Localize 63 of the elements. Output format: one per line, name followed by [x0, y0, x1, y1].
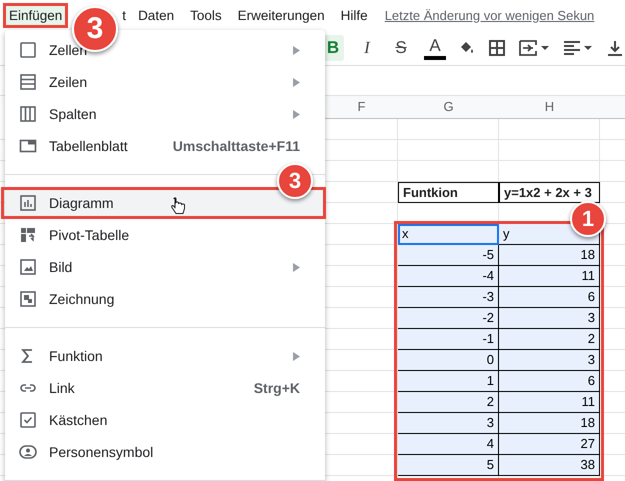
- table-cell: 18: [499, 413, 600, 434]
- table-cell: 1: [398, 371, 499, 392]
- bar-chart-icon: [19, 194, 37, 212]
- menu-item[interactable]: Spalten: [5, 98, 325, 130]
- person-badge-icon: [19, 443, 37, 461]
- menu-item[interactable]: Personensymbol: [5, 436, 325, 468]
- table-cell: 4: [398, 434, 499, 455]
- menu-bar-item[interactable]: Hilfe: [336, 4, 373, 26]
- table-cell: 5: [398, 455, 499, 476]
- square-icon: [19, 41, 37, 59]
- table-cell: 11: [499, 266, 600, 287]
- column-header[interactable]: G: [398, 96, 499, 119]
- table-cell: 6: [499, 371, 600, 392]
- column-header[interactable]: H: [499, 96, 600, 119]
- table-cell: -3: [398, 287, 499, 308]
- table-cell: -5: [398, 245, 499, 266]
- menu-item[interactable]: Link Strg+K: [5, 372, 325, 404]
- menu-bar-item[interactable]: t: [121, 4, 128, 26]
- table-cell: Funtkion: [398, 182, 499, 203]
- table-cell: 2: [398, 392, 499, 413]
- menu-item[interactable]: Funktion: [5, 340, 325, 372]
- menu-item[interactable]: Zeichnung: [5, 283, 325, 315]
- table-cell: x: [398, 224, 499, 245]
- table-cell: 6: [499, 287, 600, 308]
- menu-bar-item[interactable]: Daten: [133, 4, 180, 26]
- align-left-icon[interactable]: [562, 38, 594, 56]
- table-cell: -2: [398, 308, 499, 329]
- menu-bar-item[interactable]: Tools: [185, 4, 227, 26]
- rows-icon: [19, 73, 37, 91]
- image-icon: [19, 258, 37, 276]
- merge-cells-icon[interactable]: [518, 38, 550, 56]
- table-cell: 18: [499, 245, 600, 266]
- text-color-button[interactable]: A: [424, 36, 446, 60]
- table-cell: 3: [499, 308, 600, 329]
- table-cell: 3: [499, 350, 600, 371]
- menu-item[interactable]: Pivot-Tabelle: [5, 219, 325, 251]
- columns-icon: [19, 105, 37, 123]
- last-edit-link[interactable]: Letzte Änderung vor wenigen Sekun: [384, 8, 594, 22]
- menu-item[interactable]: Tabellenblatt Umschalttaste+F11: [5, 130, 325, 162]
- align-bottom-icon[interactable]: [606, 38, 624, 56]
- table-cell: 11: [499, 392, 600, 413]
- table-cell: -1: [398, 329, 499, 350]
- table-cell: 0: [398, 350, 499, 371]
- menu-bar-item[interactable]: Erweiterungen: [232, 4, 330, 26]
- drawing-icon: [19, 290, 37, 308]
- pivot-table-icon: [19, 226, 37, 244]
- menu-item[interactable]: Bild: [5, 251, 325, 283]
- column-header[interactable]: F: [325, 96, 398, 119]
- table-cell: 2: [499, 329, 600, 350]
- sheet-icon: [19, 137, 37, 155]
- checkbox-icon: [19, 411, 37, 429]
- menu-item[interactable]: Zeilen: [5, 66, 325, 98]
- borders-icon[interactable]: [488, 38, 506, 56]
- hand-cursor-icon: [170, 197, 186, 217]
- table-cell: y=1x2 + 2x + 3: [499, 182, 600, 203]
- menu-item[interactable]: Kästchen: [5, 404, 325, 436]
- strikethrough-button[interactable]: S: [390, 34, 412, 60]
- italic-button[interactable]: I: [356, 34, 378, 60]
- table-cell: 27: [499, 434, 600, 455]
- table-cell: 3: [398, 413, 499, 434]
- table-cell: -4: [398, 266, 499, 287]
- table-cell: 38: [499, 455, 600, 476]
- menu-bar-item[interactable]: Einfügen: [4, 4, 68, 26]
